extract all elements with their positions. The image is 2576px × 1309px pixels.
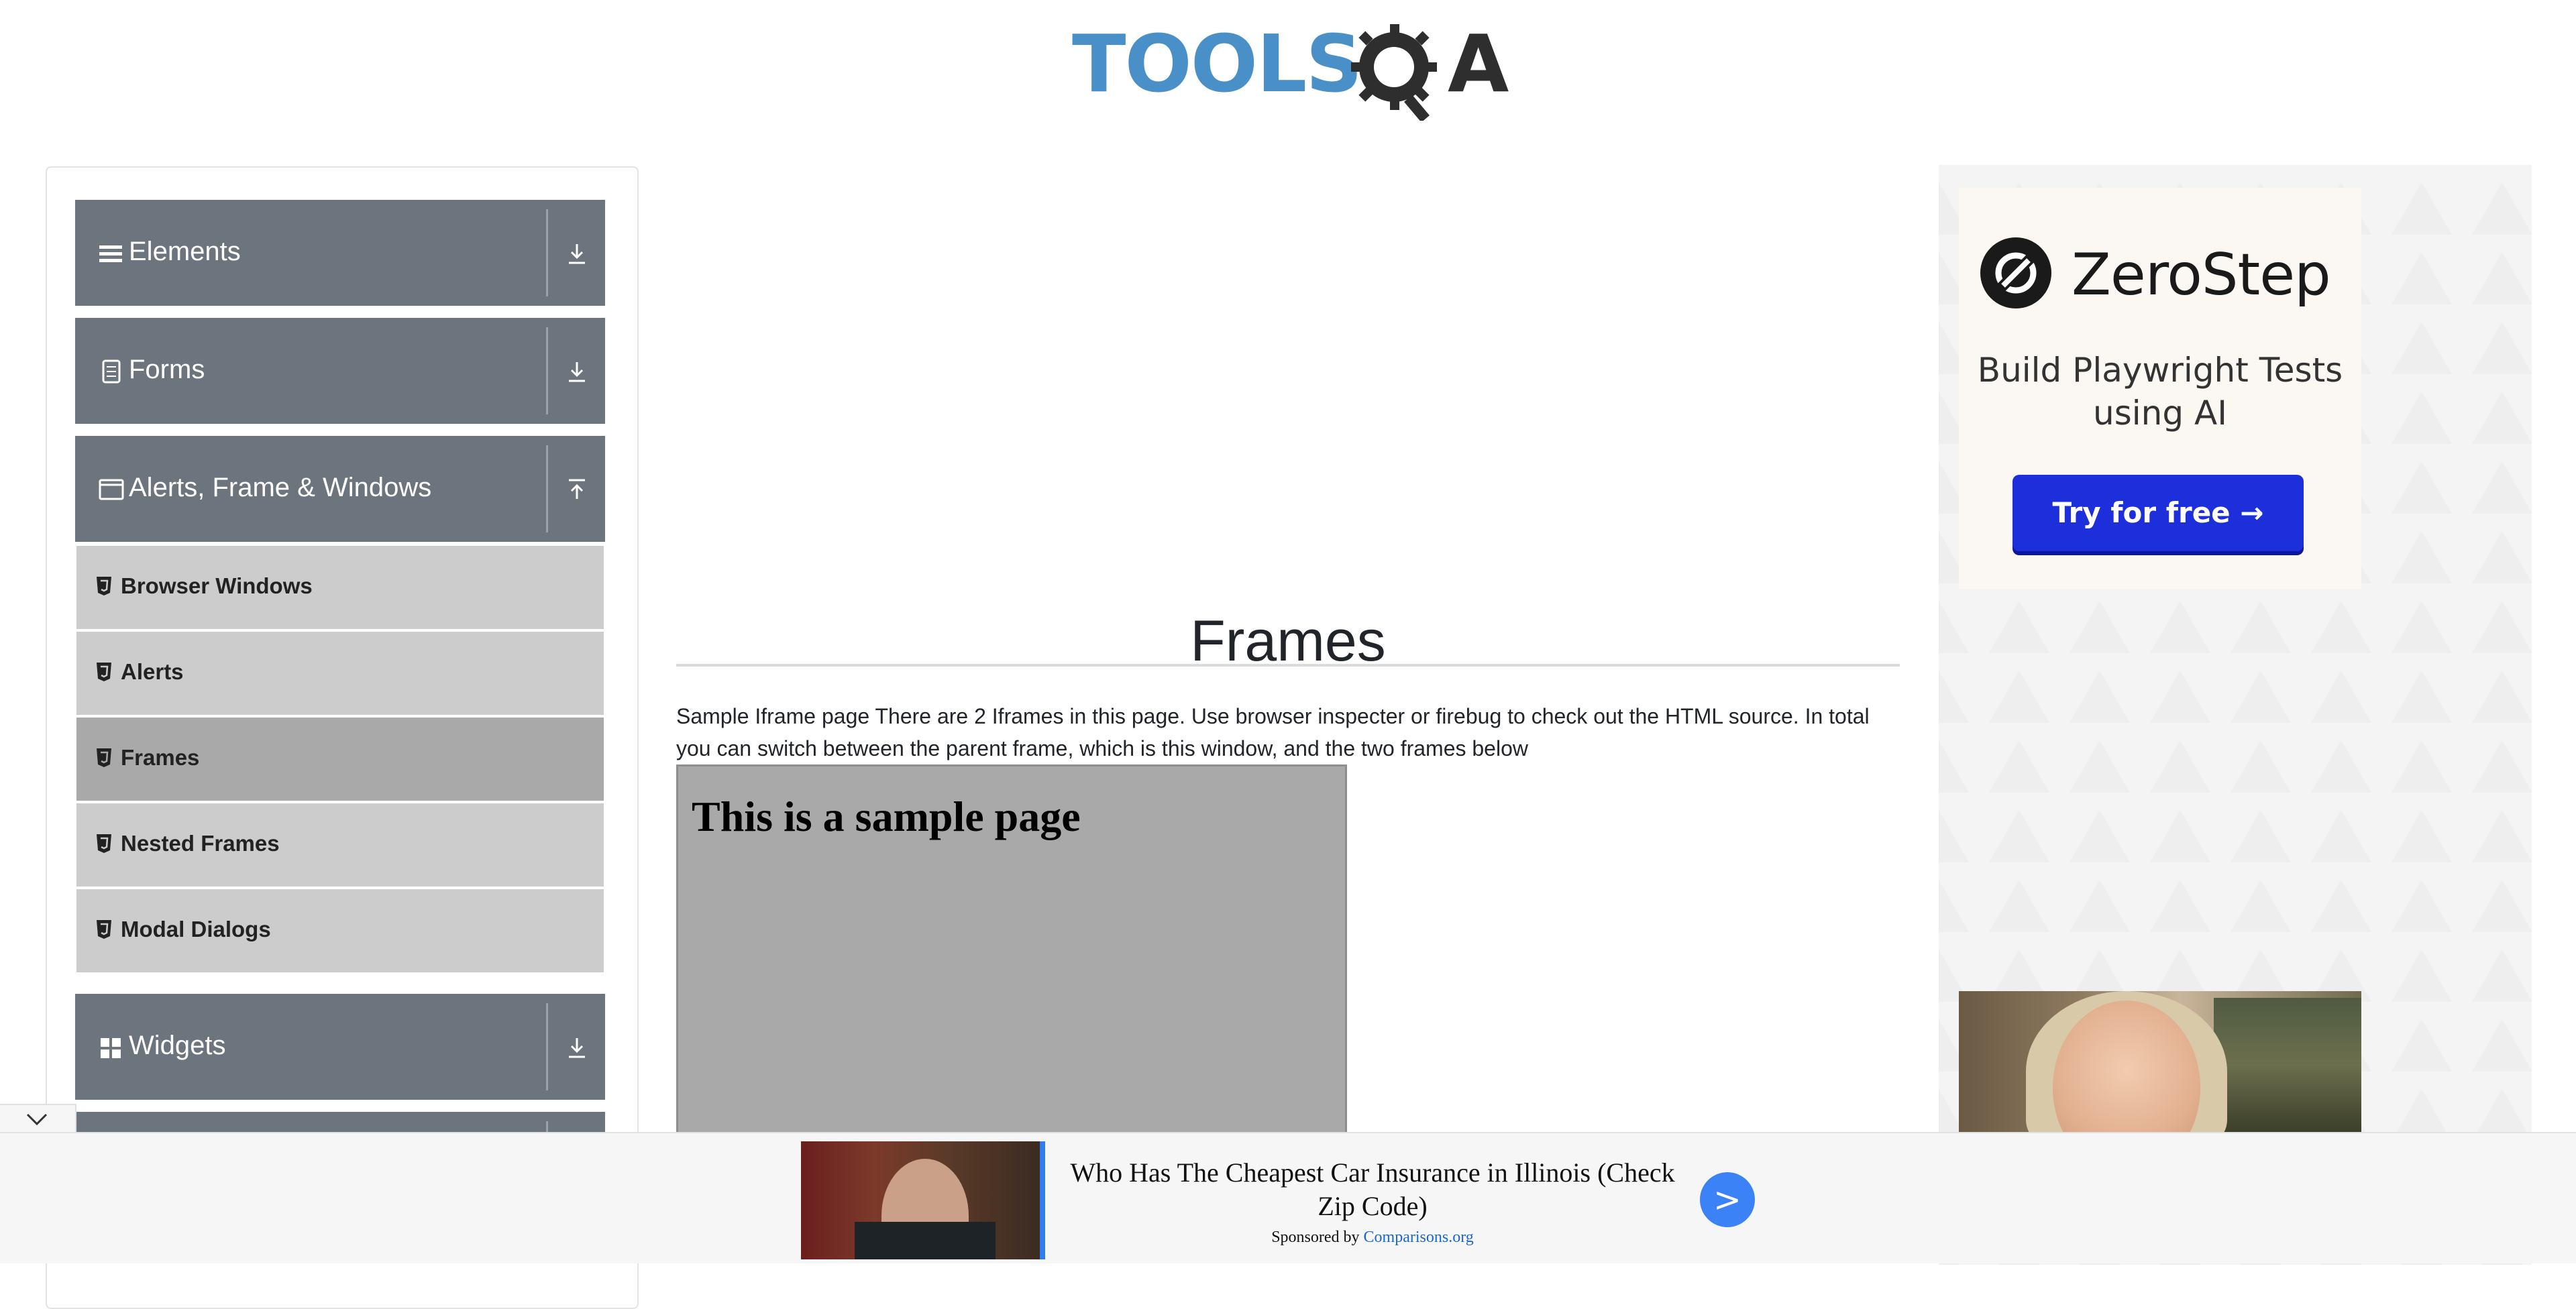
toolsqa-logo[interactable]: TOOLS A [1072,17,1509,121]
document-icon [102,359,121,384]
divider [546,1003,548,1090]
upload-arrow-icon[interactable] [564,476,590,503]
divider [546,327,548,414]
download-arrow-icon[interactable] [564,1034,590,1061]
shelf-graphic [2214,998,2361,1132]
ad-accent-bar [1040,1141,1045,1259]
html5-shield-icon [97,748,111,767]
logo-text: TOOLS [1072,17,1362,110]
ad-sponsor: Sponsored by Comparisons.org [1064,1227,1681,1247]
grid-icon [101,1038,121,1058]
sidebar-item-label: Browser Windows [121,573,313,598]
page-description: Sample Iframe page There are 2 Iframes i… [676,704,1870,760]
sidebar-item-nested-frames[interactable]: Nested Frames [76,803,604,889]
sidebar-item-frames[interactable]: Frames [76,718,604,803]
collapse-ad-button[interactable] [0,1104,76,1135]
title-divider [676,664,1900,667]
gear-magnifier-icon [1351,24,1437,121]
download-arrow-icon[interactable] [564,240,590,267]
iframe-heading: This is a sample page [692,793,1081,840]
sidebar-group-title: Widgets [129,1031,226,1060]
sidebar-item-label: Frames [121,745,200,770]
sidebar-item-label: Modal Dialogs [121,917,271,942]
zerostep-logo-icon [1980,237,2051,308]
sidebar-item-browser-windows[interactable]: Browser Windows [76,546,604,632]
sidebar-group-widgets[interactable]: Widgets [75,994,605,1100]
sidebar-item-modal-dialogs[interactable]: Modal Dialogs [76,889,604,975]
html5-shield-icon [97,663,111,681]
download-arrow-icon[interactable] [564,358,590,385]
sponsor-link[interactable]: Comparisons.org [1364,1229,1474,1246]
html5-shield-icon [97,834,111,853]
sidebar-group-title: Forms [129,355,205,384]
menu-icon [99,245,122,262]
sidebar-group-elements[interactable]: Elements [75,200,605,306]
sponsor-prefix: Sponsored by [1271,1229,1360,1246]
ad-next-button[interactable]: > [1700,1172,1755,1227]
zerostep-brand: ZeroStep [2072,241,2331,308]
try-for-free-button[interactable]: Try for free → [2012,475,2304,551]
sidebar-item-label: Alerts [121,659,184,684]
html5-shield-icon [97,577,111,595]
ad-thumbnail[interactable] [801,1141,1045,1259]
sidebar-group-forms[interactable]: Forms [75,318,605,424]
zerostep-tagline: Build Playwright Tests using AI [1977,351,2343,433]
sidebar-group-alerts-frame-windows[interactable]: Alerts, Frame & Windows [75,436,605,542]
window-icon [99,479,124,500]
html5-shield-icon [97,920,111,939]
divider [546,445,548,532]
photo-ad-image[interactable] [1959,991,2361,1132]
sidebar-item-alerts[interactable]: Alerts [76,632,604,718]
zerostep-ad[interactable]: ZeroStep Build Playwright Tests using AI… [1959,188,2361,589]
chevron-down-icon [26,1113,48,1126]
ad-uniform-graphic [855,1222,996,1259]
divider [546,209,548,296]
ad-headline[interactable]: Who Has The Cheapest Car Insurance in Il… [1064,1156,1681,1223]
sidebar-group-title: Alerts, Frame & Windows [129,473,432,502]
logo-text-a: A [1448,17,1509,110]
sidebar-group-title: Elements [129,237,241,266]
sidebar-item-label: Nested Frames [121,831,280,856]
